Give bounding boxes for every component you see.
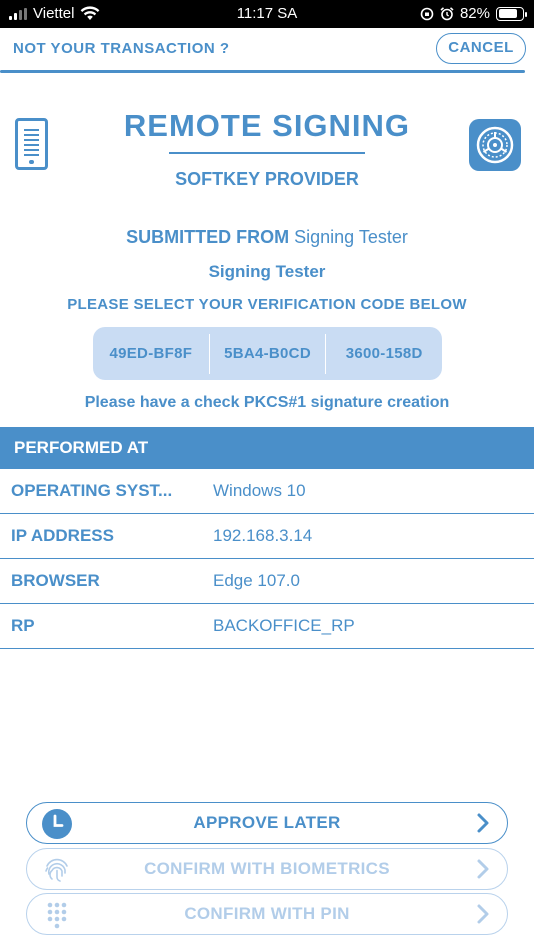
verification-prompt: PLEASE SELECT YOUR VERIFICATION CODE BEL… (67, 296, 467, 313)
row-label: BROWSER (11, 571, 100, 590)
performed-at-table: OPERATING SYST... Windows 10 IP ADDRESS … (0, 469, 534, 649)
approve-later-button[interactable]: APPROVE LATER (26, 802, 508, 844)
settings-icon[interactable] (469, 119, 521, 171)
confirm-pin-label: CONFIRM WITH PIN (184, 904, 350, 923)
verification-code-selector: 49ED-BF8F 5BA4-B0CD 3600-158D (93, 327, 442, 380)
status-right: 82% (420, 5, 527, 22)
verification-code-option[interactable]: 5BA4-B0CD (208, 333, 326, 374)
submitted-from-value: Signing Tester (294, 227, 408, 247)
row-label: RP (11, 616, 35, 635)
table-row: OPERATING SYST... Windows 10 (0, 469, 534, 514)
row-value: Edge 107.0 (213, 571, 300, 590)
submitted-from: SUBMITTED FROM Signing Tester (0, 227, 534, 248)
row-value: Windows 10 (213, 481, 306, 500)
row-value: BACKOFFICE_RP (213, 616, 355, 635)
alarm-icon (440, 6, 454, 20)
table-row: RP BACKOFFICE_RP (0, 604, 534, 649)
check-message: Please have a check PKCS#1 signature cre… (84, 394, 450, 411)
status-bar: Viettel 11:17 SA 82% (0, 0, 534, 28)
submitted-from-label: SUBMITTED FROM (126, 227, 290, 247)
top-divider (0, 70, 525, 73)
chevron-right-icon (477, 813, 489, 833)
chevron-right-icon (477, 904, 489, 924)
table-row: IP ADDRESS 192.168.3.14 (0, 514, 534, 559)
performed-at-header: PERFORMED AT (0, 427, 534, 469)
confirm-pin-button[interactable]: CONFIRM WITH PIN (26, 893, 508, 935)
verification-code-option[interactable]: 49ED-BF8F (93, 334, 209, 374)
confirm-biometrics-button[interactable]: CONFIRM WITH BIOMETRICS (26, 848, 508, 890)
verification-code-option[interactable]: 3600-158D (325, 333, 442, 374)
table-row: BROWSER Edge 107.0 (0, 559, 534, 604)
signer-name: Signing Tester (208, 262, 326, 281)
confirm-biometrics-label: CONFIRM WITH BIOMETRICS (144, 859, 390, 878)
chevron-right-icon (477, 859, 489, 879)
orientation-lock-icon (420, 7, 434, 20)
page-title: REMOTE SIGNING (123, 108, 411, 143)
page-subtitle: SOFTKEY PROVIDER (175, 169, 359, 189)
approve-later-label: APPROVE LATER (193, 813, 341, 832)
row-value: 192.168.3.14 (213, 526, 313, 545)
battery-percent: 82% (459, 5, 490, 22)
top-bar: NOT YOUR TRANSACTION ? CANCEL (0, 28, 534, 74)
row-label: IP ADDRESS (11, 526, 114, 545)
title-underline (169, 152, 365, 154)
cancel-button[interactable]: CANCEL (436, 33, 526, 64)
row-label: OPERATING SYST... (11, 481, 173, 500)
battery-icon (496, 6, 527, 21)
not-your-transaction-link[interactable]: NOT YOUR TRANSACTION ? (13, 40, 230, 57)
